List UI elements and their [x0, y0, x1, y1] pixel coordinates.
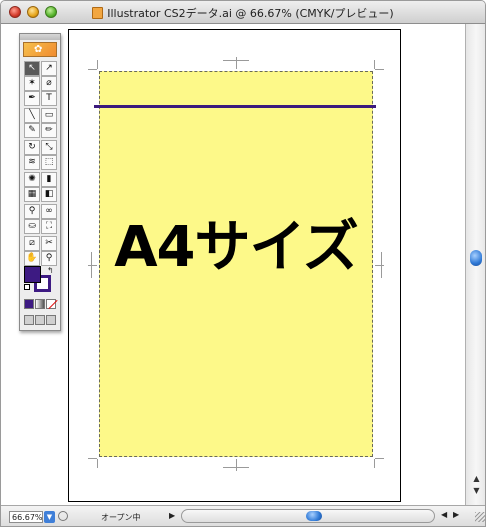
crop-mark: [375, 458, 384, 459]
a4-size-headline[interactable]: A4サイズ: [99, 220, 373, 276]
document-canvas[interactable]: A4サイズ: [1, 24, 465, 505]
type-tool-icon[interactable]: T: [41, 91, 57, 106]
blend-tool-icon[interactable]: ∞: [41, 204, 57, 219]
eyedropper-tool-icon[interactable]: ⚲: [24, 204, 40, 219]
status-bar: 66.67% ▼ オープン中 ▶ ◀ ▶: [1, 505, 485, 526]
tools-panel: ✿ ↰ ↖ ↗ ✶ ⌀ ✒ T ╲ ▭ ✎ ✏ ↻ ⤡ ≋ ⬚ ✺ ▮ ▦ ◧ ⚲ ∞ ⛀ ⛶ ⧄ ✂ ✋ ⚲: [19, 33, 61, 331]
swap-fill-stroke-icon[interactable]: ↰: [47, 266, 54, 275]
scissors-tool-icon[interactable]: ✂: [41, 236, 57, 251]
purple-rule-line[interactable]: [94, 105, 376, 108]
scroll-right-arrow-icon[interactable]: ▶: [453, 510, 459, 519]
column-graph-tool-icon[interactable]: ▮: [41, 172, 57, 187]
scroll-down-arrow-icon[interactable]: ▼: [471, 486, 482, 496]
crop-mark: [374, 60, 375, 69]
center-crop-mark: [375, 265, 384, 266]
crop-mark: [97, 459, 98, 468]
status-menu-arrow-icon[interactable]: ▶: [169, 511, 175, 520]
color-mode-button[interactable]: [24, 299, 34, 309]
horizontal-scrollbar[interactable]: [181, 509, 435, 523]
scroll-up-arrow-icon[interactable]: ▲: [471, 474, 482, 484]
scroll-left-arrow-icon[interactable]: ◀: [441, 510, 447, 519]
illustrator-document-window: Illustrator CS2データ.ai @ 66.67% (CMYK/プレビ…: [0, 0, 486, 527]
paintbrush-tool-icon[interactable]: ✎: [24, 123, 40, 138]
vertical-scroll-thumb[interactable]: [470, 250, 482, 266]
scale-tool-icon[interactable]: ⤡: [41, 140, 57, 155]
crop-mark: [375, 69, 384, 70]
title-bar[interactable]: Illustrator CS2データ.ai @ 66.67% (CMYK/プレビ…: [1, 1, 485, 24]
center-crop-mark: [236, 459, 237, 471]
flower-icon: ✿: [34, 44, 43, 55]
gradient-tool-icon[interactable]: ◧: [41, 187, 57, 202]
center-crop-mark: [88, 265, 97, 266]
vertical-scrollbar[interactable]: ▲ ▼: [465, 24, 485, 505]
gradient-mode-button[interactable]: [35, 299, 45, 309]
mesh-tool-icon[interactable]: ▦: [24, 187, 40, 202]
center-crop-mark: [236, 57, 237, 69]
center-crop-mark: [91, 252, 92, 278]
pencil-tool-icon[interactable]: ✏: [41, 123, 57, 138]
crop-mark: [97, 60, 98, 69]
full-screen-with-menu-button[interactable]: [35, 315, 45, 325]
line-segment-tool-icon[interactable]: ╲: [24, 108, 40, 123]
status-text: オープン中: [101, 513, 141, 522]
live-paint-bucket-tool-icon[interactable]: ⛀: [24, 219, 40, 234]
crop-mark: [374, 459, 375, 468]
selection-tool-icon[interactable]: ↖: [24, 61, 40, 76]
horizontal-scroll-thumb[interactable]: [306, 511, 322, 521]
version-cue-status-icon[interactable]: [58, 511, 68, 521]
crop-mark: [88, 458, 97, 459]
full-screen-mode-button[interactable]: [46, 315, 56, 325]
symbol-sprayer-tool-icon[interactable]: ✺: [24, 172, 40, 187]
live-paint-selection-tool-icon[interactable]: ⛶: [41, 219, 57, 234]
window-title-group: Illustrator CS2データ.ai @ 66.67% (CMYK/プレビ…: [1, 5, 485, 21]
rotate-tool-icon[interactable]: ↻: [24, 140, 40, 155]
crop-mark: [88, 69, 97, 70]
adobe-online-logo[interactable]: ✿: [23, 42, 57, 57]
window-title: Illustrator CS2データ.ai @ 66.67% (CMYK/プレビ…: [107, 7, 394, 20]
slice-tool-icon[interactable]: ⧄: [24, 236, 40, 251]
illustrator-document-icon: [92, 7, 104, 19]
window-resize-grip-icon[interactable]: [475, 512, 485, 522]
magic-wand-tool-icon[interactable]: ✶: [24, 76, 40, 91]
none-slash-icon: [48, 299, 58, 310]
zoom-tool-icon[interactable]: ⚲: [41, 251, 57, 266]
hand-tool-icon[interactable]: ✋: [24, 251, 40, 266]
center-crop-mark: [381, 252, 382, 278]
none-mode-button[interactable]: [46, 299, 58, 310]
fill-color-swatch[interactable]: [24, 266, 41, 283]
standard-screen-mode-button[interactable]: [24, 315, 34, 325]
rectangle-tool-icon[interactable]: ▭: [41, 108, 57, 123]
lasso-tool-icon[interactable]: ⌀: [41, 76, 57, 91]
warp-tool-icon[interactable]: ≋: [24, 155, 40, 170]
pen-tool-icon[interactable]: ✒: [24, 91, 40, 106]
default-fill-stroke-icon[interactable]: [24, 284, 30, 290]
tools-panel-title-bar[interactable]: [20, 34, 60, 40]
direct-selection-tool-icon[interactable]: ↗: [41, 61, 57, 76]
zoom-level-field[interactable]: 66.67%: [9, 511, 43, 523]
zoom-dropdown-button[interactable]: ▼: [44, 511, 55, 523]
free-transform-tool-icon[interactable]: ⬚: [41, 155, 57, 170]
